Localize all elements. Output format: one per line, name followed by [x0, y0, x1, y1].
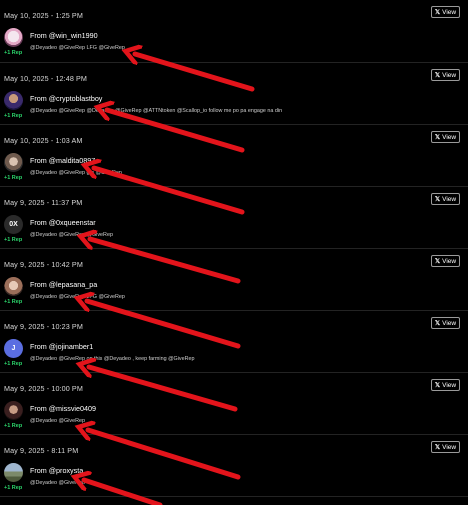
timestamp: May 9, 2025 - 11:37 PM: [4, 198, 83, 207]
avatar-initials: 0X: [9, 221, 18, 228]
sender-handle[interactable]: From @maldita0897: [30, 156, 95, 165]
avatar[interactable]: [4, 401, 23, 420]
view-button-label: View: [442, 257, 457, 265]
notification-feed: May 10, 2025 - 1:25 PM 𝕏 View +1 Rep Fro…: [0, 0, 468, 497]
notification-item: May 10, 2025 - 12:48 PM 𝕏 View +1 Rep Fr…: [0, 63, 468, 125]
avatar[interactable]: 0X: [4, 215, 23, 234]
view-button-label: View: [442, 71, 457, 79]
view-button-label: View: [442, 319, 457, 327]
notification-item: May 10, 2025 - 1:25 PM 𝕏 View +1 Rep Fro…: [0, 0, 468, 63]
x-logo-icon: 𝕏: [434, 258, 441, 265]
avatar-initials: J: [11, 345, 16, 352]
rep-badge: +1 Rep: [4, 423, 23, 429]
sender-handle[interactable]: From @missvie0409: [30, 404, 96, 413]
avatar[interactable]: [4, 277, 23, 296]
timestamp: May 10, 2025 - 1:03 AM: [4, 136, 83, 145]
notification-item: May 9, 2025 - 10:23 PM 𝕏 View J +1 Rep F…: [0, 311, 468, 373]
view-button-label: View: [442, 443, 457, 451]
sender-handle[interactable]: From @0xqueenstar: [30, 218, 96, 227]
message-text: @Deyadeo @GiveRep gm @GiveRep: [30, 170, 122, 176]
view-button[interactable]: 𝕏 View: [431, 69, 460, 81]
rep-badge: +1 Rep: [4, 485, 23, 491]
timestamp: May 10, 2025 - 1:25 PM: [4, 11, 83, 20]
avatar[interactable]: J: [4, 339, 23, 358]
rep-badge: +1 Rep: [4, 237, 23, 243]
avatar[interactable]: [4, 463, 23, 482]
view-button-label: View: [442, 133, 457, 141]
message-text: @Deyadeo @GiveRep on this @Deyadeo , kee…: [30, 356, 195, 362]
view-button[interactable]: 𝕏 View: [431, 6, 460, 18]
view-button-label: View: [442, 8, 457, 16]
message-text: @Deyadeo @GiveRep: [30, 418, 85, 424]
x-logo-icon: 𝕏: [434, 444, 441, 451]
view-button[interactable]: 𝕏 View: [431, 379, 460, 391]
notification-item: May 9, 2025 - 10:42 PM 𝕏 View +1 Rep Fro…: [0, 249, 468, 311]
timestamp: May 9, 2025 - 10:42 PM: [4, 260, 83, 269]
sender-handle[interactable]: From @jojinamber1: [30, 342, 93, 351]
notification-item: May 9, 2025 - 8:11 PM 𝕏 View +1 Rep From…: [0, 435, 468, 497]
avatar[interactable]: [4, 28, 23, 47]
view-button-label: View: [442, 381, 457, 389]
rep-badge: +1 Rep: [4, 50, 23, 56]
x-logo-icon: 𝕏: [434, 72, 441, 79]
notification-item: May 9, 2025 - 11:37 PM 𝕏 View 0X +1 Rep …: [0, 187, 468, 249]
timestamp: May 9, 2025 - 10:00 PM: [4, 384, 83, 393]
view-button-label: View: [442, 195, 457, 203]
sender-handle[interactable]: From @proxysta: [30, 466, 83, 475]
x-logo-icon: 𝕏: [434, 196, 441, 203]
x-logo-icon: 𝕏: [434, 320, 441, 327]
timestamp: May 9, 2025 - 8:11 PM: [4, 446, 79, 455]
x-logo-icon: 𝕏: [434, 382, 441, 389]
sender-handle[interactable]: From @lepasana_pa: [30, 280, 97, 289]
timestamp: May 9, 2025 - 10:23 PM: [4, 322, 83, 331]
x-logo-icon: 𝕏: [434, 134, 441, 141]
rep-badge: +1 Rep: [4, 299, 23, 305]
sender-handle[interactable]: From @win_win1990: [30, 31, 98, 40]
rep-badge: +1 Rep: [4, 361, 23, 367]
notification-item: May 10, 2025 - 1:03 AM 𝕏 View +1 Rep Fro…: [0, 125, 468, 187]
avatar[interactable]: [4, 91, 23, 110]
sender-handle[interactable]: From @cryptoblastboy: [30, 94, 102, 103]
view-button[interactable]: 𝕏 View: [431, 255, 460, 267]
view-button[interactable]: 𝕏 View: [431, 193, 460, 205]
avatar[interactable]: [4, 153, 23, 172]
view-button[interactable]: 𝕏 View: [431, 131, 460, 143]
notification-item: May 9, 2025 - 10:00 PM 𝕏 View +1 Rep Fro…: [0, 373, 468, 435]
message-text: @Deyadeo @GiveRep: [30, 480, 85, 486]
rep-badge: +1 Rep: [4, 113, 23, 119]
rep-badge: +1 Rep: [4, 175, 23, 181]
message-text: @Deyadeo @GiveRep @GiveRep: [30, 232, 113, 238]
view-button[interactable]: 𝕏 View: [431, 441, 460, 453]
x-logo-icon: 𝕏: [434, 9, 441, 16]
message-text: @Deyadeo @GiveRep @Deyadeo @GiveRep @ATT…: [30, 108, 283, 114]
message-text: @Deyadeo @GiveRep LFG @GiveRep: [30, 45, 125, 51]
timestamp: May 10, 2025 - 12:48 PM: [4, 74, 88, 83]
view-button[interactable]: 𝕏 View: [431, 317, 460, 329]
message-text: @Deyadeo @GiveRep LFG @GiveRep: [30, 294, 125, 300]
